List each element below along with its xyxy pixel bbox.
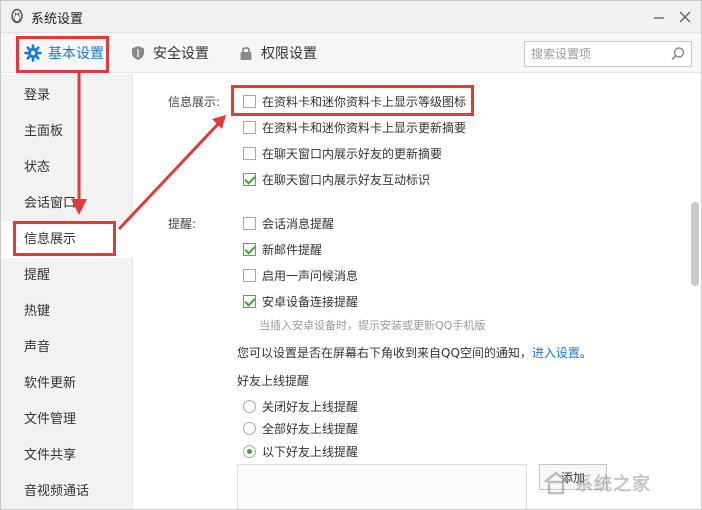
sidebar-item-main-panel[interactable]: 主面板 bbox=[1, 114, 133, 150]
house-logo-icon bbox=[544, 471, 568, 495]
tab-permission-settings[interactable]: 权限设置 bbox=[237, 39, 317, 67]
radio-label: 关闭好友上线提醒 bbox=[262, 399, 359, 414]
qzone-notice-end: 。 bbox=[579, 346, 592, 360]
checkbox-box[interactable] bbox=[243, 216, 256, 230]
checkbox-label: 新邮件提醒 bbox=[262, 242, 323, 257]
radio-button[interactable] bbox=[243, 444, 256, 458]
checkbox-box[interactable] bbox=[243, 172, 256, 186]
checkbox-new-mail-reminder[interactable]: 新邮件提醒 bbox=[243, 240, 322, 258]
checkbox-label: 安卓设备连接提醒 bbox=[262, 294, 359, 309]
sidebar-item-label: 提醒 bbox=[24, 268, 51, 283]
checkbox-label: 在聊天窗口内展示好友互动标识 bbox=[262, 172, 431, 187]
minimize-icon[interactable] bbox=[649, 7, 669, 27]
checkbox-label: 在聊天窗口内展示好友的更新摘要 bbox=[262, 146, 443, 161]
checkbox-box[interactable] bbox=[243, 242, 256, 256]
sidebar-item-label: 热键 bbox=[24, 304, 51, 319]
sidebar-item-reminder[interactable]: 提醒 bbox=[1, 258, 133, 294]
annotation-box-info-display bbox=[13, 221, 116, 256]
shield-icon bbox=[132, 46, 144, 60]
radio-label: 以下好友上线提醒 bbox=[262, 444, 359, 459]
sidebar-item-status[interactable]: 状态 bbox=[1, 150, 133, 186]
sidebar: 登录 主面板 状态 会话窗口 信息展示 提醒 热键 声音 软件更新 文件管理 文… bbox=[1, 74, 133, 509]
radio-disable-friend-online[interactable]: 关闭好友上线提醒 bbox=[243, 397, 358, 415]
scrollbar-track[interactable] bbox=[691, 74, 701, 509]
watermark-text: 系统之家 bbox=[575, 474, 651, 495]
checkbox-chat-friend-updates[interactable]: 在聊天窗口内展示好友的更新摘要 bbox=[243, 144, 442, 162]
sidebar-item-label: 登录 bbox=[24, 88, 51, 103]
radio-all-friends-online[interactable]: 全部好友上线提醒 bbox=[243, 419, 358, 437]
penguin-icon bbox=[11, 8, 23, 24]
sidebar-item-label: 主面板 bbox=[24, 124, 64, 139]
checkbox-label: 在资料卡和迷你资料卡上显示更新摘要 bbox=[262, 120, 467, 135]
checkbox-label: 会话消息提醒 bbox=[262, 216, 335, 231]
settings-content: 信息展示: 在资料卡和迷你资料卡上显示等级图标 在资料卡和迷你资料卡上显示更新摘… bbox=[134, 74, 701, 509]
search-icon[interactable] bbox=[669, 45, 687, 63]
android-hint-text: 当插入安卓设备时，提示安装或更新QQ手机版 bbox=[259, 319, 486, 332]
qzone-notice: 您可以设置是否在屏幕右下角收到来自QQ空间的通知，进入设置。 bbox=[237, 344, 592, 361]
sidebar-item-login[interactable]: 登录 bbox=[1, 78, 133, 114]
scrollbar-thumb[interactable] bbox=[691, 202, 699, 286]
sidebar-item-software-update[interactable]: 软件更新 bbox=[1, 366, 133, 402]
sidebar-item-label: 状态 bbox=[24, 160, 51, 175]
sidebar-item-label: 音视频通话 bbox=[24, 484, 90, 499]
sidebar-item-label: 文件共享 bbox=[24, 448, 77, 463]
checkbox-android-connect-reminder[interactable]: 安卓设备连接提醒 bbox=[243, 292, 358, 310]
checkbox-box[interactable] bbox=[243, 146, 256, 160]
sidebar-item-label: 文件管理 bbox=[24, 412, 77, 427]
checkbox-message-reminder[interactable]: 会话消息提醒 bbox=[243, 214, 334, 232]
search-input[interactable] bbox=[531, 45, 667, 63]
sidebar-item-label: 软件更新 bbox=[24, 376, 77, 391]
annotation-box-basic-settings bbox=[16, 36, 109, 73]
sidebar-item-label: 声音 bbox=[24, 340, 51, 355]
checkbox-box[interactable] bbox=[243, 268, 256, 282]
settings-window: 系统设置 基本设置 安全设置 权限设置 搜索设置项 登录 主面板 状态 会话窗口… bbox=[0, 0, 702, 510]
tab-permission-settings-label: 权限设置 bbox=[261, 46, 317, 62]
qzone-notice-text: 您可以设置是否在屏幕右下角收到来自QQ空间的通知， bbox=[237, 346, 532, 360]
qzone-settings-link[interactable]: 进入设置 bbox=[532, 346, 580, 360]
sidebar-item-hotkeys[interactable]: 热键 bbox=[1, 294, 133, 330]
sidebar-item-av-call[interactable]: 音视频通话 bbox=[1, 474, 133, 509]
sidebar-item-file-management[interactable]: 文件管理 bbox=[1, 402, 133, 438]
checkbox-greeting-message[interactable]: 启用一声问候消息 bbox=[243, 266, 358, 284]
friend-list-box[interactable] bbox=[237, 464, 527, 509]
tab-security-settings[interactable]: 安全设置 bbox=[129, 39, 209, 67]
window-title: 系统设置 bbox=[31, 12, 84, 27]
radio-following-friends-online[interactable]: 以下好友上线提醒 bbox=[243, 442, 358, 460]
radio-button[interactable] bbox=[243, 421, 256, 435]
watermark: 系统之家 bbox=[541, 463, 701, 503]
checkbox-show-update-summary[interactable]: 在资料卡和迷你资料卡上显示更新摘要 bbox=[243, 118, 466, 136]
sidebar-item-file-sharing[interactable]: 文件共享 bbox=[1, 438, 133, 474]
radio-label: 全部好友上线提醒 bbox=[262, 421, 359, 436]
friend-online-heading: 好友上线提醒 bbox=[237, 374, 310, 388]
search-box[interactable] bbox=[524, 41, 692, 67]
sidebar-item-sound[interactable]: 声音 bbox=[1, 330, 133, 366]
checkbox-chat-interaction-marks[interactable]: 在聊天窗口内展示好友互动标识 bbox=[243, 170, 430, 188]
sidebar-item-label: 会话窗口 bbox=[24, 196, 77, 211]
annotation-box-level-icon-option bbox=[231, 85, 474, 116]
radio-button[interactable] bbox=[243, 399, 256, 413]
lock-icon bbox=[240, 47, 252, 60]
checkbox-label: 启用一声问候消息 bbox=[262, 268, 359, 283]
sidebar-item-chat-window[interactable]: 会话窗口 bbox=[1, 186, 133, 222]
close-icon[interactable] bbox=[675, 7, 695, 27]
info-display-section-label: 信息展示: bbox=[168, 95, 221, 109]
title-bar: 系统设置 bbox=[1, 1, 701, 33]
checkbox-box[interactable] bbox=[243, 294, 256, 308]
tab-security-settings-label: 安全设置 bbox=[153, 46, 209, 62]
reminder-section-label: 提醒: bbox=[168, 217, 197, 231]
checkbox-box[interactable] bbox=[243, 120, 256, 134]
